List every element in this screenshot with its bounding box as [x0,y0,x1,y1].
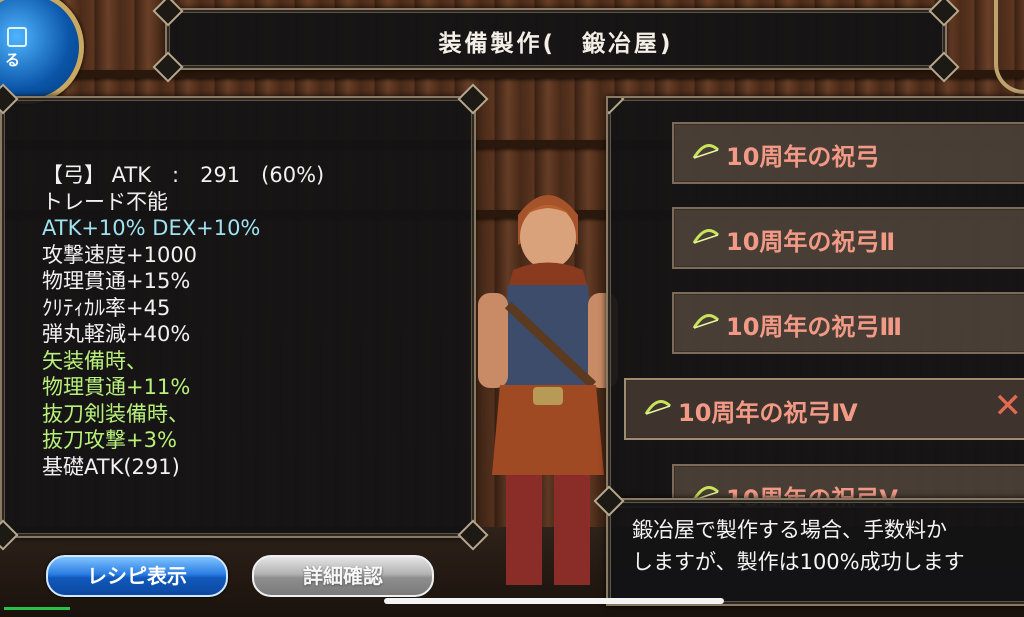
progress-strip [4,607,70,610]
stat-line: 攻撃速度+1000 [42,242,198,267]
bow-icon [692,144,720,159]
list-item-label: 10周年の祝弓Ⅲ [726,313,903,341]
recipe-display-button[interactable]: レシピ表示 [46,555,228,597]
list-item[interactable]: 10周年の祝弓Ⅲ [672,292,1024,354]
info-text-line: しますが、製作は100%成功します [632,550,965,574]
stat-line: 物理貫通+15% [42,269,191,293]
stat-line: 物理貫通+11% [42,375,191,399]
list-item[interactable]: 10周年の祝弓 [672,122,1024,184]
stat-line: 基礎ATK(291) [42,454,180,479]
info-message-panel: 鍛冶屋で製作する場合、手数料か しますが、製作は100%成功します [593,485,1024,606]
item-stats-panel: 【弓】 ATK : 291 (60%) トレード不能 ATK+10% DEX+1… [0,83,489,551]
bow-icon [692,314,720,329]
bow-icon [692,229,720,244]
shelf [0,70,1024,78]
info-text-line: 鍛冶屋で製作する場合、手数料か [632,518,947,542]
blacksmith-character [478,195,618,585]
stat-line: ｸﾘﾃｨｶﾙ率+45 [42,295,171,320]
page-title: 装備製作( 鍛冶屋) [438,31,674,57]
title-bar: 装備製作( 鍛冶屋) [152,0,960,83]
bow-icon [644,400,672,415]
list-item-selected[interactable]: 10周年の祝弓Ⅳ ✕ [624,378,1024,440]
list-item-label: 10周年の祝弓Ⅳ [678,399,858,427]
recipe-list-panel: 10周年の祝弓 10周年の祝弓Ⅱ 10周年の祝弓Ⅲ 10周年の祝弓Ⅳ ✕ 10周… [606,96,1024,508]
grid-icon [7,27,27,47]
frame-ornament [994,0,1024,94]
stat-line: 抜刀攻撃+3% [42,428,177,452]
stats-list: 【弓】 ATK : 291 (60%) トレード不能 ATK+10% DEX+1… [42,162,324,480]
stat-line: 弾丸軽減+40% [42,322,191,346]
corner-ornament [608,98,625,115]
stat-line: 【弓】 ATK : 291 (60%) [42,163,325,187]
stat-line: 矢装備時、 [42,348,147,373]
list-item-label: 10周年の祝弓Ⅱ [726,228,896,256]
stat-line: 抜刀剣装備時、 [42,401,189,426]
home-indicator[interactable] [384,598,724,604]
close-icon[interactable]: ✕ [994,386,1023,426]
list-item-label: 10周年の祝弓 [726,143,880,171]
stat-line: トレード不能 [42,189,168,214]
list-item[interactable]: 10周年の祝弓Ⅱ [672,207,1024,269]
menu-button-label: る [5,51,21,69]
details-button[interactable]: 詳細確認 [252,555,434,597]
stat-line: ATK+10% DEX+10% [42,216,261,240]
